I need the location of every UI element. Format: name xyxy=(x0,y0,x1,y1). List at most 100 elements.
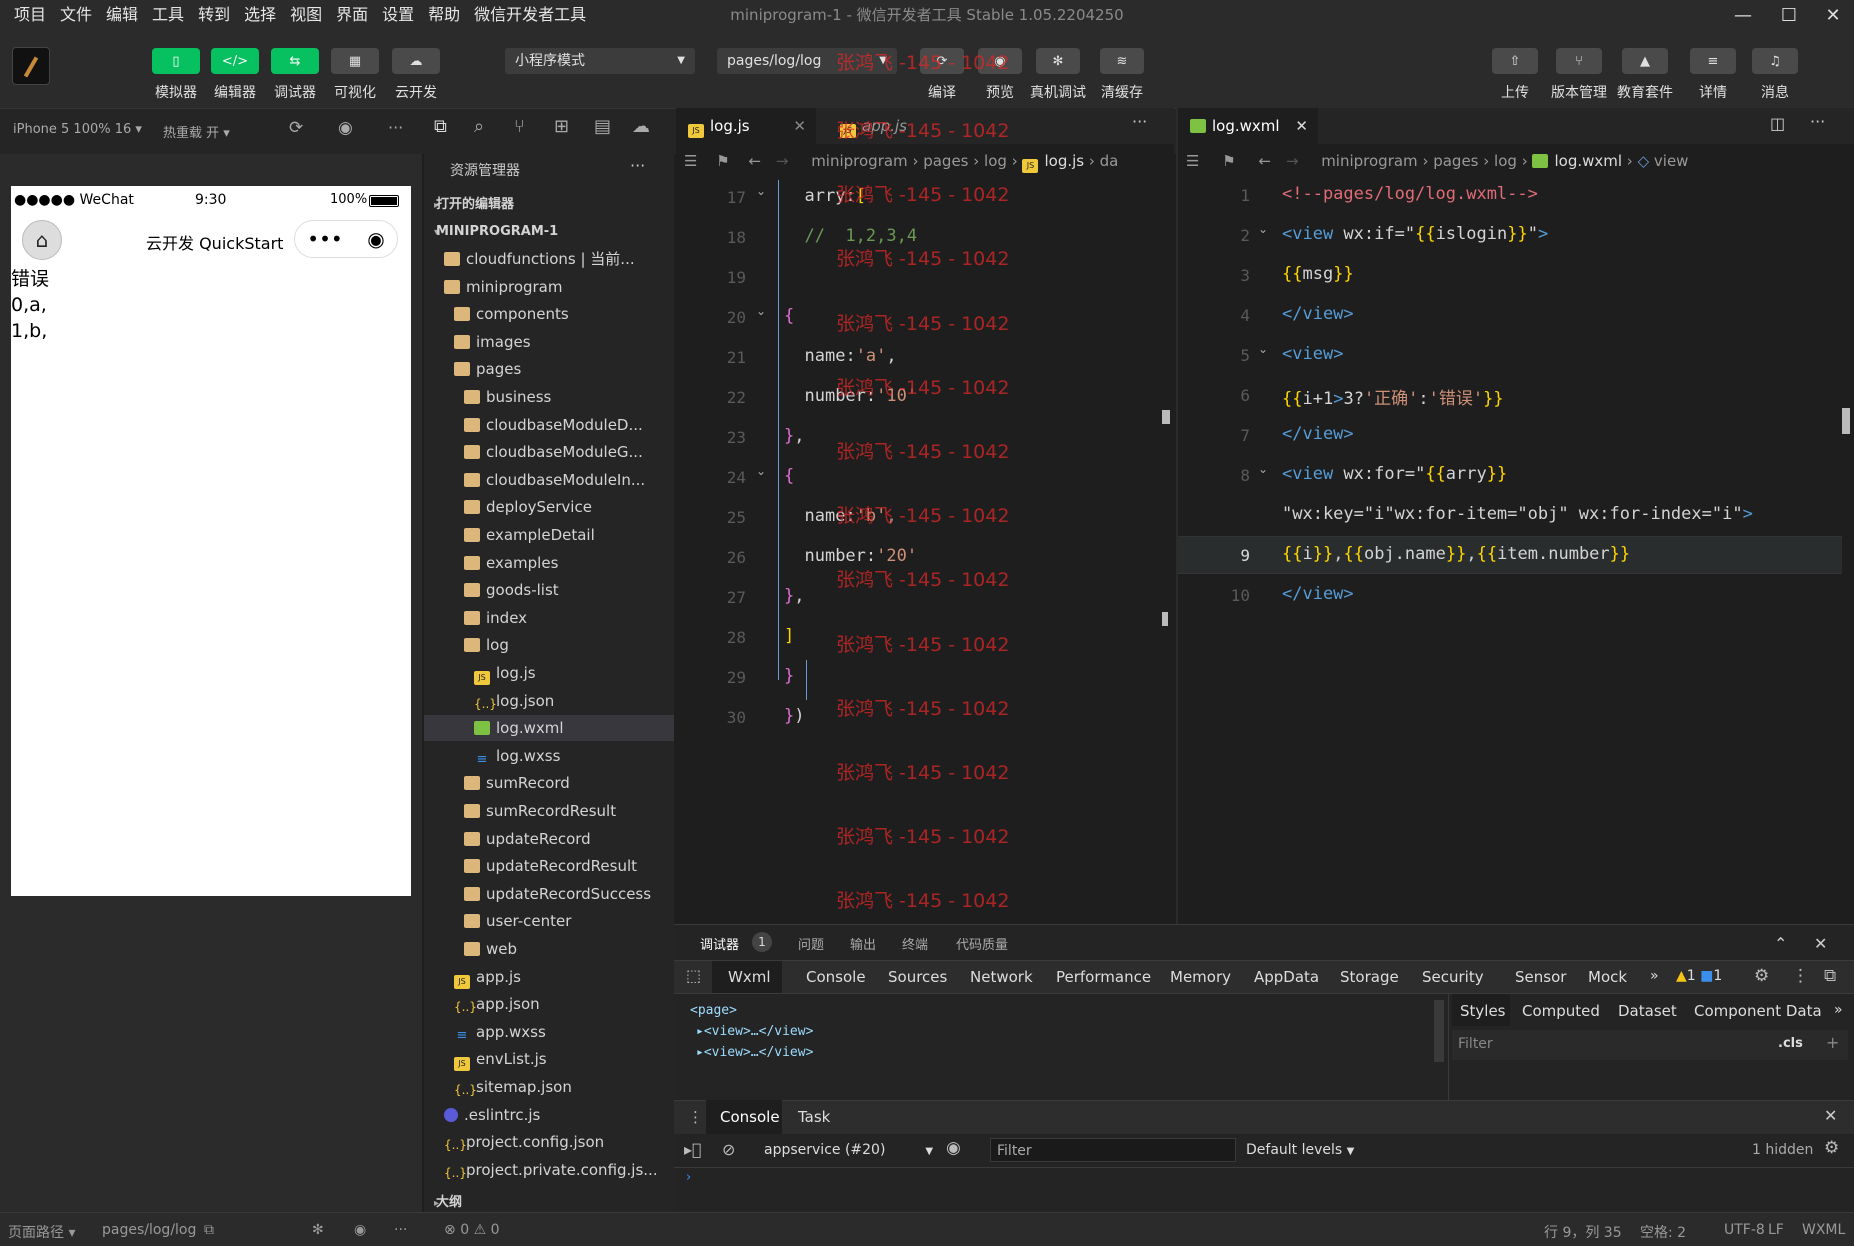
copy-icon[interactable]: ⧉ xyxy=(204,1222,214,1238)
code-line[interactable]: <view wx:for="{{arry}} xyxy=(1282,464,1507,484)
devtools-top-tab[interactable]: 终端 xyxy=(902,934,928,953)
devtools-panel-tab[interactable]: AppData xyxy=(1254,968,1319,986)
tree-item[interactable]: ▾log xyxy=(424,632,674,658)
toolbar-mid-3-icon[interactable]: ≋ xyxy=(1100,48,1144,74)
code-line[interactable]: {{i}},{{obj.name}},{{item.number}} xyxy=(1282,544,1630,564)
toolbar-0-icon[interactable]: ▯ xyxy=(152,48,200,74)
tree-item[interactable]: ▸cloudfunctions | 当前... xyxy=(424,246,674,272)
toolbar-mid-1-icon[interactable]: ◉ xyxy=(978,48,1022,74)
toolbar-mid-0-icon[interactable]: ⟳ xyxy=(920,48,964,74)
toolbar-label[interactable]: 真机调试 xyxy=(1026,82,1090,102)
hot-reload-toggle[interactable]: 热重载 开 ▾ xyxy=(163,122,230,141)
maximize-icon[interactable]: ☐ xyxy=(1766,0,1812,30)
device-select[interactable]: iPhone 5 100% 16 ▾ xyxy=(13,122,142,137)
menu-item[interactable]: 项目 xyxy=(0,0,53,30)
menu-item[interactable]: 设置 xyxy=(375,0,421,30)
devtools-panel-tab[interactable]: Sources xyxy=(888,968,947,986)
toolbar-label[interactable]: 编译 xyxy=(910,82,974,102)
code-line[interactable]: arry:[ xyxy=(784,186,865,206)
console-prompt-icon[interactable]: › xyxy=(686,1170,691,1185)
back-icon[interactable]: ← xyxy=(748,152,761,170)
menu-item[interactable]: 视图 xyxy=(283,0,329,30)
tree-item[interactable]: ▸sumRecord xyxy=(424,770,674,796)
tree-item[interactable]: ▸web xyxy=(424,936,674,962)
code-line[interactable]: "wx:key="i"wx:for-item="obj" wx:for-inde… xyxy=(1282,504,1753,524)
toolbar-label[interactable]: 清缓存 xyxy=(1090,82,1154,102)
outline-icon[interactable]: ☰ xyxy=(1186,152,1199,170)
devtools-panel-tab[interactable]: Storage xyxy=(1340,968,1399,986)
language-mode[interactable]: WXML xyxy=(1802,1222,1845,1238)
tree-item[interactable]: {..}sitemap.json xyxy=(424,1074,674,1100)
crumb[interactable]: log.wxml xyxy=(1554,152,1622,170)
toolbar-label[interactable]: 预览 xyxy=(968,82,1032,102)
tree-item[interactable]: ≡ app.wxss xyxy=(424,1019,674,1045)
tree-item[interactable]: ▸cloudbaseModuleD... xyxy=(424,412,674,438)
add-rule-icon[interactable]: + xyxy=(1826,1033,1839,1052)
tree-item[interactable]: ▾miniprogram xyxy=(424,274,674,300)
code-line[interactable]: } xyxy=(784,666,794,686)
console-filter[interactable]: Filter xyxy=(990,1138,1236,1162)
mode-select[interactable]: 小程序模式 ▼ xyxy=(505,48,695,74)
close-drawer-icon[interactable]: ✕ xyxy=(1824,1106,1837,1125)
tree-item[interactable]: ≡ log.wxss xyxy=(424,743,674,769)
cls-toggle[interactable]: .cls xyxy=(1778,1036,1803,1051)
toolbar-label[interactable]: 版本管理 xyxy=(1544,82,1614,102)
code-line[interactable]: name:'b', xyxy=(784,506,896,526)
extensions-icon[interactable]: ⊞ xyxy=(554,116,569,137)
devtools-panel-tab[interactable]: Memory xyxy=(1170,968,1231,986)
tree-item[interactable]: {..}project.config.json xyxy=(424,1129,674,1155)
code-line[interactable]: <!--pages/log/log.wxml--> xyxy=(1282,184,1538,204)
menu-item[interactable]: 转到 xyxy=(191,0,237,30)
toolbar-right-1-icon[interactable]: ⑂ xyxy=(1556,48,1602,74)
indent-spaces[interactable]: 空格: 2 xyxy=(1640,1222,1686,1242)
more-panels-icon[interactable]: » xyxy=(1650,968,1659,984)
code-line[interactable]: ] xyxy=(784,626,794,646)
dom-scrollbar[interactable] xyxy=(1434,1000,1444,1062)
kebab-icon[interactable]: ⋮ xyxy=(1792,966,1809,986)
forward-icon[interactable]: → xyxy=(776,152,789,170)
page-path-select[interactable]: 页面路径 ▾ xyxy=(8,1222,75,1242)
toolbar-3-icon[interactable]: ▦ xyxy=(331,48,379,74)
close-tab-icon[interactable]: ✕ xyxy=(1295,108,1308,144)
tree-item[interactable]: ▸components xyxy=(424,301,674,327)
menu-item[interactable]: 选择 xyxy=(237,0,283,30)
menu-item[interactable]: 界面 xyxy=(329,0,375,30)
style-tab[interactable]: Styles xyxy=(1460,1002,1506,1020)
outline-icon[interactable]: ☰ xyxy=(684,152,697,170)
styles-filter[interactable]: Filter .cls + xyxy=(1452,1030,1848,1060)
devtools-panel-tab[interactable]: Mock xyxy=(1588,968,1627,986)
dom-node[interactable]: <page> xyxy=(690,1000,813,1021)
fold-chevron-icon[interactable]: ⌄ xyxy=(756,464,766,478)
menu-item[interactable]: 编辑 xyxy=(99,0,145,30)
code-line[interactable]: { xyxy=(784,306,794,326)
splitter[interactable] xyxy=(1448,994,1449,1104)
devtools-top-tab[interactable]: 代码质量 xyxy=(956,934,1008,953)
context-select[interactable]: appservice (#20) ▼ xyxy=(764,1142,933,1158)
project-section[interactable]: ▾MINIPROGRAM-1 xyxy=(424,219,674,245)
tree-item[interactable]: ▸updateRecordResult xyxy=(424,853,674,879)
crumb[interactable]: log.js xyxy=(1044,152,1084,170)
crumb[interactable]: miniprogram xyxy=(1321,152,1417,170)
toolbar-right-2-icon[interactable]: ▲ xyxy=(1622,48,1668,74)
tree-item[interactable]: ▾pages xyxy=(424,356,674,382)
code-line[interactable]: {{msg}} xyxy=(1282,264,1354,284)
problems-indicator[interactable]: ⊗ 0 ⚠ 0 xyxy=(444,1222,500,1238)
fold-chevron-icon[interactable]: ⌄ xyxy=(756,184,766,198)
dom-node[interactable]: ▸<view>…</view> xyxy=(690,1021,813,1042)
tree-item[interactable]: {..}project.private.config.js... xyxy=(424,1157,674,1183)
capsule-menu[interactable]: ••• ◉ xyxy=(294,220,398,258)
fold-chevron-icon[interactable]: ⌄ xyxy=(1258,222,1268,236)
tree-item[interactable]: ▸deployService xyxy=(424,494,674,520)
menu-item[interactable]: 微信开发者工具 xyxy=(467,0,593,30)
toolbar-label[interactable]: 详情 xyxy=(1678,82,1748,102)
cursor-position[interactable]: 行 9，列 35 xyxy=(1544,1222,1622,1242)
crumb[interactable]: pages xyxy=(1433,152,1478,170)
style-tab[interactable]: Component Data xyxy=(1694,1002,1822,1020)
tab-log-js[interactable]: JS log.js ✕ xyxy=(676,108,816,144)
devtools-panel-tab[interactable]: Security xyxy=(1422,968,1484,986)
code-line[interactable]: // 1,2,3,4 xyxy=(784,226,917,246)
search-icon[interactable]: ⌕ xyxy=(474,116,484,137)
toolbar-mid-2-icon[interactable]: ✻ xyxy=(1036,48,1080,74)
style-tab[interactable]: Dataset xyxy=(1618,1002,1677,1020)
code-line[interactable]: {{i+1>3?'正确':'错误'}} xyxy=(1282,384,1504,409)
